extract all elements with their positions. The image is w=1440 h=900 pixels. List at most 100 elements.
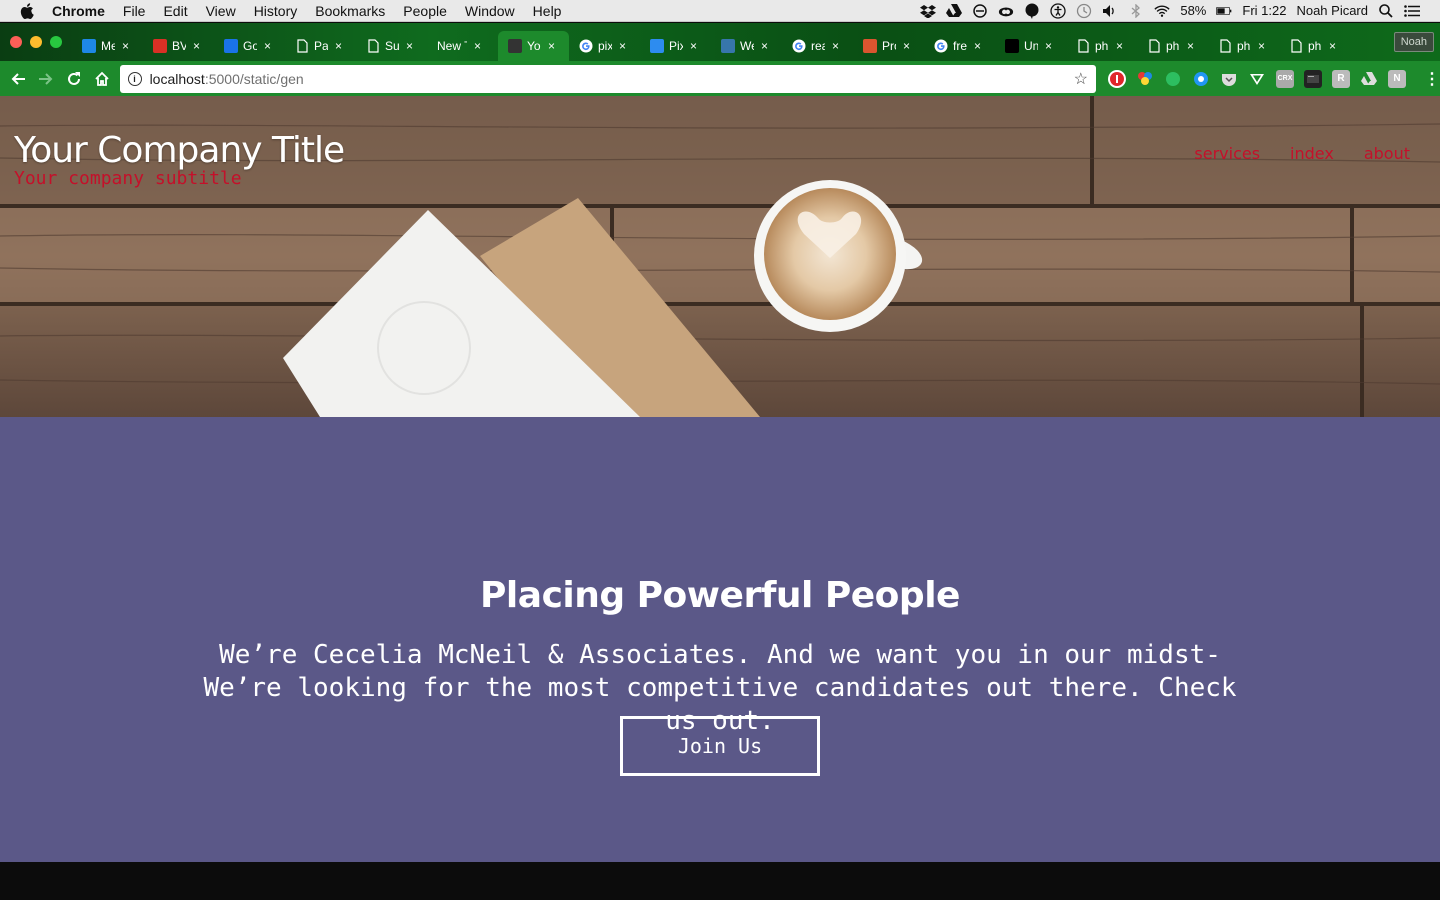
creative-cloud-icon[interactable] [998,4,1014,18]
vpn-extension-icon[interactable] [1248,70,1266,88]
tab-title: Me [101,39,115,53]
close-tab-icon[interactable]: × [335,39,342,53]
menu-file[interactable]: File [123,3,146,19]
drive-extension-icon[interactable] [1360,70,1378,88]
browser-tab[interactable]: We × [711,31,782,61]
wifi-icon[interactable] [1154,4,1170,18]
tab-title: Pix [669,39,683,53]
reload-icon[interactable] [60,65,88,93]
time-machine-icon[interactable] [1076,3,1092,18]
join-us-button[interactable]: Join Us [620,716,820,776]
screen-extension-icon[interactable] [1303,69,1322,88]
browser-tab[interactable]: rea × [782,31,853,61]
dropbox-icon[interactable] [920,4,937,18]
browser-tab[interactable]: ph × [1066,31,1137,61]
site-title: Your Company Title [14,130,345,171]
back-arrow-icon[interactable] [4,65,32,93]
browser-tab[interactable]: New T × [427,31,498,61]
close-tab-icon[interactable]: × [619,39,626,53]
browser-tab[interactable]: ph × [1279,31,1350,61]
nav-link-services[interactable]: services [1194,144,1260,163]
close-tab-icon[interactable]: × [264,39,271,53]
n-extension-icon[interactable]: N [1387,69,1406,88]
tab-title: pix [598,39,612,53]
close-tab-icon[interactable]: × [1187,39,1194,53]
browser-tab[interactable]: BV × [143,31,214,61]
menu-people[interactable]: People [403,3,447,19]
menu-view[interactable]: View [206,3,236,19]
earth-extension-icon[interactable] [1192,70,1210,88]
messages-icon[interactable] [1024,3,1040,19]
address-bar[interactable]: i localhost:5000/static/gen ☆ [119,64,1096,93]
browser-tab[interactable]: Un × [995,31,1066,61]
battery-icon[interactable] [1216,4,1232,18]
browser-tab[interactable]: You × [498,31,569,61]
battery-percent[interactable]: 58% [1180,3,1206,18]
google-drive-icon[interactable] [946,3,963,18]
menu-bookmarks[interactable]: Bookmarks [315,3,385,19]
close-tab-icon[interactable]: × [122,39,129,53]
browser-tab[interactable]: pix × [569,31,640,61]
close-tab-icon[interactable]: × [832,39,839,53]
close-tab-icon[interactable]: × [761,39,768,53]
zoom-window-button[interactable] [50,36,62,48]
close-tab-icon[interactable]: × [1258,39,1265,53]
chrome-menu-icon[interactable]: ⋮ [1424,69,1440,89]
bluetooth-icon[interactable] [1128,3,1144,18]
close-tab-icon[interactable]: × [903,39,910,53]
close-tab-icon[interactable]: × [548,39,555,53]
nav-link-about[interactable]: about [1364,144,1410,163]
browser-tab[interactable]: ph × [1208,31,1279,61]
bookmark-star-icon[interactable]: ☆ [1074,69,1088,89]
menu-history[interactable]: History [254,3,298,19]
close-tab-icon[interactable]: × [406,39,413,53]
menu-help[interactable]: Help [533,3,562,19]
browser-tab[interactable]: ph × [1137,31,1208,61]
adblock-extension-icon[interactable] [1107,69,1126,88]
spotlight-search-icon[interactable] [1378,3,1394,18]
menu-app-name[interactable]: Chrome [52,3,105,19]
google-icon [579,39,593,53]
user-name[interactable]: Noah Picard [1296,3,1368,18]
browser-tab[interactable]: Pro × [853,31,924,61]
browser-tab[interactable]: Go × [214,31,285,61]
sync-icon[interactable] [972,3,988,18]
clock[interactable]: Fri 1:22 [1242,3,1286,18]
section-heading: Placing Powerful People [480,575,960,616]
accessibility-icon[interactable] [1050,2,1066,19]
nav-link-index[interactable]: index [1290,144,1334,163]
browser-tab[interactable]: Sul × [356,31,427,61]
profile-button[interactable]: Noah [1393,32,1434,52]
volume-icon[interactable] [1102,4,1118,18]
tab-title: BV [172,39,186,53]
browser-tab[interactable]: fre × [924,31,995,61]
home-icon[interactable] [88,65,116,93]
menu-edit[interactable]: Edit [163,3,187,19]
apple-icon[interactable] [20,2,34,19]
site-info-icon[interactable]: i [127,71,142,86]
tab-title: fre [953,39,967,53]
gmail-icon [153,39,167,53]
close-tab-icon[interactable]: × [474,39,481,53]
forward-arrow-icon[interactable] [32,65,60,93]
notification-center-icon[interactable] [1404,4,1420,18]
pocket-extension-icon[interactable] [1220,70,1238,88]
close-tab-icon[interactable]: × [1045,39,1052,53]
menu-window[interactable]: Window [465,3,515,19]
close-tab-icon[interactable]: × [974,39,981,53]
close-tab-icon[interactable]: × [1329,39,1336,53]
close-window-button[interactable] [10,36,22,48]
macos-menubar: Chrome File Edit View History Bookmarks … [0,0,1440,22]
r-extension-icon[interactable]: R [1331,69,1350,88]
browser-tab[interactable]: Pix × [640,31,711,61]
browser-tab[interactable]: Pa × [285,31,356,61]
close-tab-icon[interactable]: × [1116,39,1123,53]
minimize-window-button[interactable] [30,36,42,48]
evernote-extension-icon[interactable] [1164,70,1182,88]
close-tab-icon[interactable]: × [690,39,697,53]
crx-extension-icon[interactable]: CRX [1275,69,1294,88]
close-tab-icon[interactable]: × [193,39,200,53]
browser-tab[interactable]: Me × [72,31,143,61]
color-picker-extension-icon[interactable] [1136,70,1154,88]
tab-list: Me×BV×Go×Pa×Sul×New T×You×pix×Pix×We×rea… [72,23,1350,61]
